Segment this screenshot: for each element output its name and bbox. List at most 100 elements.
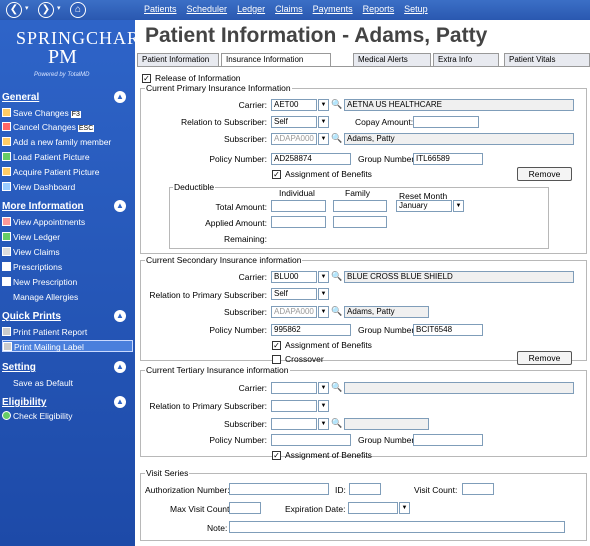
menu-claims[interactable]: Claims	[275, 4, 303, 14]
menu-reports[interactable]: Reports	[363, 4, 395, 14]
tertiary-carrier-code[interactable]	[271, 382, 317, 394]
tab-insurance-information[interactable]: Insurance Information	[221, 53, 331, 66]
visit-series-legend: Visit Series	[145, 468, 190, 478]
primary-subscriber-code[interactable]: ADAPA000	[271, 133, 317, 145]
collapse-icon[interactable]: ▲	[114, 396, 126, 408]
secondary-policy-input[interactable]: 995862	[271, 324, 351, 336]
menu-scheduler[interactable]: Scheduler	[187, 4, 228, 14]
sidebar-item-allergies[interactable]: Manage Allergies	[2, 291, 133, 303]
section-eligibility[interactable]: Eligibility ▲	[2, 396, 130, 408]
section-general[interactable]: General ▲	[2, 91, 130, 103]
section-more-information[interactable]: More Information ▲	[2, 200, 130, 212]
back-menu-icon[interactable]: ▾	[25, 4, 29, 12]
lookup-icon[interactable]: 🔍	[331, 99, 342, 111]
crossover-checkbox[interactable]	[272, 355, 281, 364]
sidebar-item-load-picture[interactable]: Load Patient Picture	[2, 151, 133, 163]
tab-extra-info[interactable]: Extra Info	[433, 53, 499, 66]
total-individual-input[interactable]	[271, 200, 326, 212]
section-quick-prints[interactable]: Quick Prints ▲	[2, 310, 130, 322]
sidebar-item-print-label[interactable]: Print Mailing Label	[2, 340, 133, 352]
rx-icon	[2, 262, 11, 271]
primary-group-input[interactable]: ITL66589	[413, 153, 483, 165]
calendar-dropdown-icon[interactable]: ▼	[399, 502, 410, 514]
sidebar-item-check-eligibility[interactable]: Check Eligibility	[2, 410, 133, 422]
dropdown-icon[interactable]: ▼	[318, 382, 329, 394]
dropdown-icon[interactable]: ▼	[318, 306, 329, 318]
authorization-input[interactable]	[229, 483, 329, 495]
dropdown-icon[interactable]: ▼	[318, 99, 329, 111]
collapse-icon[interactable]: ▲	[114, 200, 126, 212]
collapse-icon[interactable]: ▲	[114, 361, 126, 373]
sidebar-item-prescriptions[interactable]: Prescriptions	[2, 261, 133, 273]
menu-setup[interactable]: Setup	[404, 4, 428, 14]
applied-family-input[interactable]	[333, 216, 387, 228]
collapse-icon[interactable]: ▲	[114, 91, 126, 103]
note-input[interactable]	[229, 521, 565, 533]
lookup-icon[interactable]: 🔍	[331, 133, 342, 145]
sidebar-item-add-family[interactable]: Add a new family member	[2, 136, 133, 148]
menu-ledger[interactable]: Ledger	[237, 4, 265, 14]
dropdown-icon[interactable]: ▼	[318, 288, 329, 300]
secondary-assignment-checkbox[interactable]: ✓	[272, 341, 281, 350]
sidebar-item-claims[interactable]: View Claims	[2, 246, 133, 258]
sidebar-item-dashboard[interactable]: View Dashboard	[2, 181, 133, 193]
sidebar-item-appointments[interactable]: View Appointments	[2, 216, 133, 228]
tertiary-policy-input[interactable]	[271, 434, 351, 446]
secondary-carrier-code[interactable]: BLU00	[271, 271, 317, 283]
tertiary-relation-select[interactable]	[271, 400, 317, 412]
copay-input[interactable]	[413, 116, 479, 128]
sidebar-item-save-default[interactable]: Save as Default	[2, 377, 133, 389]
max-visit-count-input[interactable]	[229, 502, 261, 514]
release-checkbox[interactable]: ✓	[142, 74, 151, 83]
secondary-relation-select[interactable]: Self	[271, 288, 317, 300]
id-input[interactable]	[349, 483, 381, 495]
home-icon[interactable]: ⌂	[70, 2, 86, 18]
tab-patient-information[interactable]: Patient Information	[137, 53, 219, 66]
primary-remove-button[interactable]: Remove	[517, 167, 572, 181]
dropdown-icon[interactable]: ▼	[318, 418, 329, 430]
sidebar-item-acquire-picture[interactable]: Acquire Patient Picture	[2, 166, 133, 178]
visit-count-input[interactable]	[462, 483, 494, 495]
collapse-icon[interactable]: ▲	[114, 310, 126, 322]
section-setting[interactable]: Setting ▲	[2, 361, 130, 373]
tab-medical-alerts[interactable]: Medical Alerts	[353, 53, 431, 66]
item-label: Check Eligibility	[13, 411, 73, 421]
secondary-group-input[interactable]: BCIT6548	[413, 324, 483, 336]
sidebar-item-save[interactable]: Save Changes F3	[2, 107, 133, 119]
sidebar-item-cancel[interactable]: Cancel Changes ESC	[2, 121, 133, 133]
dropdown-icon[interactable]: ▼	[318, 116, 329, 128]
total-family-input[interactable]	[333, 200, 387, 212]
secondary-subscriber-code[interactable]: ADAPA000	[271, 306, 317, 318]
save-icon	[2, 108, 11, 117]
forward-menu-icon[interactable]: ▾	[57, 4, 61, 12]
applied-individual-input[interactable]	[271, 216, 326, 228]
lookup-icon[interactable]: 🔍	[331, 306, 342, 318]
secondary-legend: Current Secondary Insurance information	[145, 255, 303, 265]
tab-patient-vitals[interactable]: Patient Vitals	[504, 53, 590, 66]
sidebar-item-new-prescription[interactable]: New Prescription	[2, 276, 133, 288]
lookup-icon[interactable]: 🔍	[331, 382, 342, 394]
sidebar-item-print-report[interactable]: Print Patient Report	[2, 326, 133, 338]
dropdown-icon[interactable]: ▼	[318, 400, 329, 412]
menu-payments[interactable]: Payments	[313, 4, 353, 14]
lookup-icon[interactable]: 🔍	[331, 271, 342, 283]
dropdown-icon[interactable]: ▼	[453, 200, 464, 212]
primary-relation-select[interactable]: Self	[271, 116, 317, 128]
menu-patients[interactable]: Patients	[144, 4, 177, 14]
tertiary-subscriber-code[interactable]	[271, 418, 317, 430]
dropdown-icon[interactable]: ▼	[318, 133, 329, 145]
reset-month-select[interactable]: January	[396, 200, 452, 212]
dropdown-icon[interactable]: ▼	[318, 271, 329, 283]
tertiary-group-input[interactable]	[413, 434, 483, 446]
forward-icon[interactable]: ❯	[38, 2, 54, 18]
lookup-icon[interactable]: 🔍	[331, 418, 342, 430]
tertiary-assignment-checkbox[interactable]: ✓	[272, 451, 281, 460]
primary-carrier-code[interactable]: AET00	[271, 99, 317, 111]
primary-assignment-checkbox[interactable]: ✓	[272, 170, 281, 179]
sidebar-item-ledger[interactable]: View Ledger	[2, 231, 133, 243]
expiration-date-input[interactable]	[348, 502, 398, 514]
back-icon[interactable]: ❮	[6, 2, 22, 18]
secondary-remove-button[interactable]: Remove	[517, 351, 572, 365]
camera-icon	[2, 167, 11, 176]
primary-policy-input[interactable]: AD258874	[271, 153, 351, 165]
